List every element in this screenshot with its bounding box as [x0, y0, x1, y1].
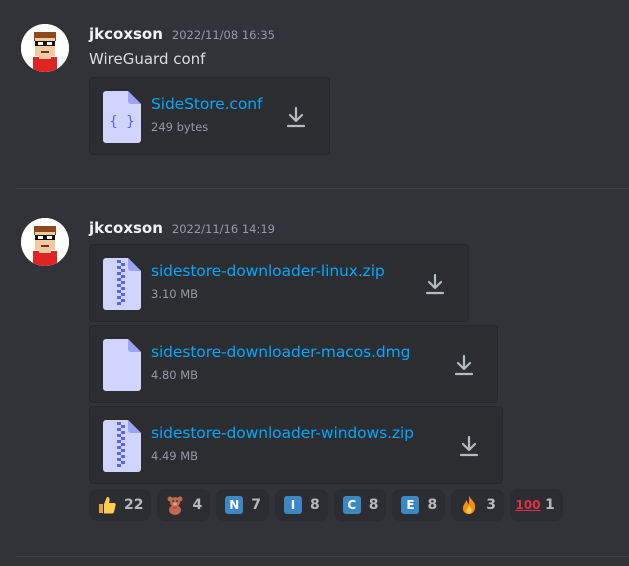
generic-file-icon [103, 339, 141, 395]
reaction-count: 8 [427, 497, 438, 513]
username[interactable]: jkcoxson [89, 25, 163, 43]
reaction-regional-c[interactable]: C 8 [333, 489, 387, 521]
file-name-link[interactable]: sidestore-downloader-macos.dmg [151, 343, 411, 361]
reaction-regional-i[interactable]: I 8 [274, 489, 328, 521]
reaction-count: 7 [251, 497, 261, 513]
hundred-points-icon: 100 [515, 495, 541, 515]
file-size: 249 bytes [151, 120, 209, 134]
reactions-bar: 22 4 N 7 I 8 C 8 E 8 3 100 1 [89, 489, 569, 521]
teddy-bear-icon [165, 495, 185, 515]
avatar-image [21, 218, 69, 266]
reaction-count: 3 [486, 497, 496, 513]
file-name-link[interactable]: SideStore.conf [151, 95, 262, 113]
reaction-count: 4 [192, 497, 203, 513]
reaction-count: 1 [544, 497, 555, 513]
reaction-teddy-bear[interactable]: 4 [157, 489, 211, 521]
file-name-link[interactable]: sidestore-downloader-linux.zip [151, 262, 385, 280]
avatar-image [21, 24, 69, 72]
zip-file-icon [103, 258, 141, 314]
file-attachment: { } SideStore.conf 249 bytes [89, 77, 330, 155]
file-attachment: sidestore-downloader-windows.zip 4.49 MB [89, 406, 503, 484]
date-divider [16, 188, 629, 189]
reaction-count: 8 [309, 497, 320, 513]
file-size: 4.80 MB [151, 368, 199, 382]
regional-letter: I [283, 496, 302, 514]
download-icon[interactable] [452, 353, 476, 377]
regional-indicator-i-icon: I [283, 495, 303, 515]
reaction-hundred-points[interactable]: 100 1 [509, 489, 563, 521]
message-timestamp: 2022/11/08 16:35 [171, 28, 275, 42]
regional-letter: E [401, 496, 420, 514]
regional-letter: C [342, 496, 361, 514]
download-icon[interactable] [284, 105, 308, 129]
date-divider [16, 556, 629, 557]
svg-text:{ }: { } [109, 114, 134, 130]
message-timestamp: 2022/11/16 14:19 [171, 222, 275, 236]
thumbs-up-icon [97, 495, 117, 515]
zip-file-icon [103, 420, 141, 476]
user-avatar[interactable] [21, 218, 69, 266]
message-text: WireGuard conf [89, 50, 206, 68]
download-icon[interactable] [423, 272, 447, 296]
file-size: 3.10 MB [151, 287, 199, 301]
download-icon[interactable] [457, 434, 481, 458]
regional-indicator-n-icon: N [224, 495, 244, 515]
regional-indicator-c-icon: C [342, 495, 362, 515]
code-file-icon: { } [103, 91, 141, 147]
reaction-count: 8 [368, 497, 379, 513]
file-name-link[interactable]: sidestore-downloader-windows.zip [151, 424, 414, 442]
reaction-thumbs-up[interactable]: 22 [89, 489, 152, 521]
reaction-regional-e[interactable]: E 8 [392, 489, 446, 521]
username[interactable]: jkcoxson [89, 219, 163, 237]
reaction-count: 22 [124, 497, 144, 513]
regional-letter: N [225, 496, 244, 514]
reaction-fire[interactable]: 3 [451, 489, 504, 521]
reaction-regional-n[interactable]: N 7 [216, 489, 269, 521]
file-attachment: sidestore-downloader-macos.dmg 4.80 MB [89, 325, 498, 403]
regional-indicator-e-icon: E [400, 495, 420, 515]
file-size: 4.49 MB [151, 449, 199, 463]
hundred-label: 100 [515, 498, 541, 512]
user-avatar[interactable] [21, 24, 69, 72]
file-attachment: sidestore-downloader-linux.zip 3.10 MB [89, 244, 469, 322]
fire-icon [459, 495, 479, 515]
